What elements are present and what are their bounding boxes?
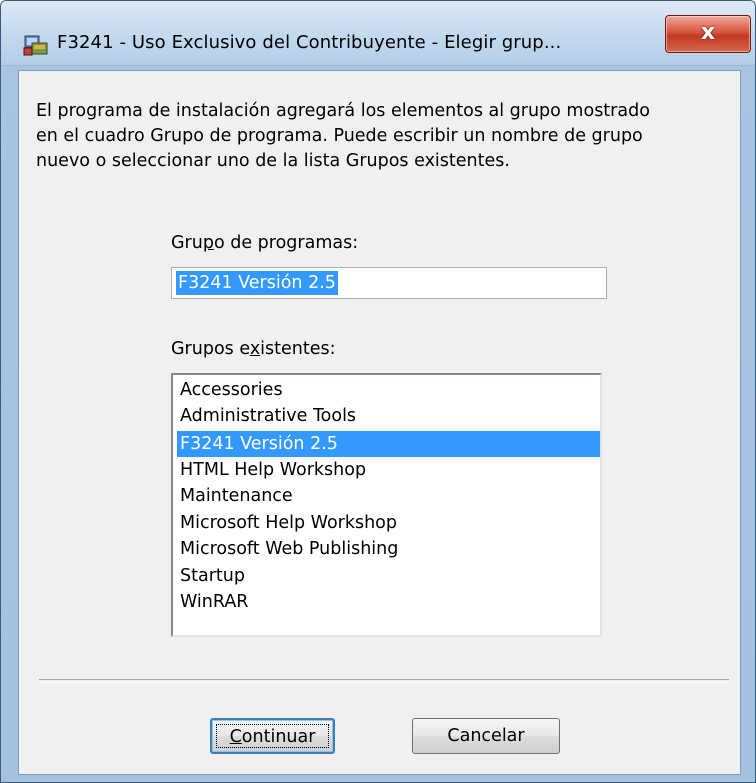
dialog-window: F3241 - Uso Exclusivo del Contribuyente … xyxy=(0,0,756,783)
existing-groups-listbox[interactable]: Accessories Administrative Tools F3241 V… xyxy=(171,373,602,637)
window-title: F3241 - Uso Exclusivo del Contribuyente … xyxy=(57,32,562,53)
program-group-input[interactable]: F3241 Versión 2.5 xyxy=(171,267,607,299)
continue-button[interactable]: Continuar xyxy=(210,718,335,754)
list-item-selected[interactable]: F3241 Versión 2.5 xyxy=(177,431,600,457)
program-group-input-value: F3241 Versión 2.5 xyxy=(176,271,338,295)
list-item[interactable]: Microsoft Web Publishing xyxy=(177,536,600,562)
list-item[interactable]: Administrative Tools xyxy=(177,403,600,429)
list-item[interactable]: Startup xyxy=(177,563,600,589)
program-group-label-pre: Gru xyxy=(171,233,203,253)
existing-groups-label-pre: Grupos e xyxy=(171,339,250,359)
separator-line xyxy=(39,679,729,683)
existing-groups-label-mnemonic: x xyxy=(249,339,261,359)
installer-app-icon xyxy=(23,35,48,56)
cancel-button[interactable]: Cancelar xyxy=(412,718,560,754)
list-item[interactable]: WinRAR xyxy=(177,589,600,615)
program-group-label: Grupo de programas: xyxy=(171,233,358,253)
cancel-button-label: Cancelar xyxy=(447,726,525,746)
list-item[interactable]: Maintenance xyxy=(177,483,600,509)
instructions-text: El programa de instalación agregará los … xyxy=(36,101,650,171)
focus-rectangle xyxy=(216,724,329,748)
list-item[interactable]: Accessories xyxy=(177,377,600,403)
title-bar[interactable]: F3241 - Uso Exclusivo del Contribuyente … xyxy=(1,1,755,66)
program-group-label-post: o de programas: xyxy=(213,233,359,253)
existing-groups-label-post: istentes: xyxy=(260,339,336,359)
dialog-client-area: El programa de instalación agregará los … xyxy=(18,70,741,775)
close-button[interactable]: x xyxy=(665,15,751,53)
existing-groups-label: Grupos existentes: xyxy=(171,339,336,359)
program-group-label-mnemonic: p xyxy=(202,233,214,253)
list-item[interactable]: Microsoft Help Workshop xyxy=(177,510,600,536)
close-icon: x xyxy=(700,20,716,45)
list-item[interactable]: HTML Help Workshop xyxy=(177,457,600,483)
